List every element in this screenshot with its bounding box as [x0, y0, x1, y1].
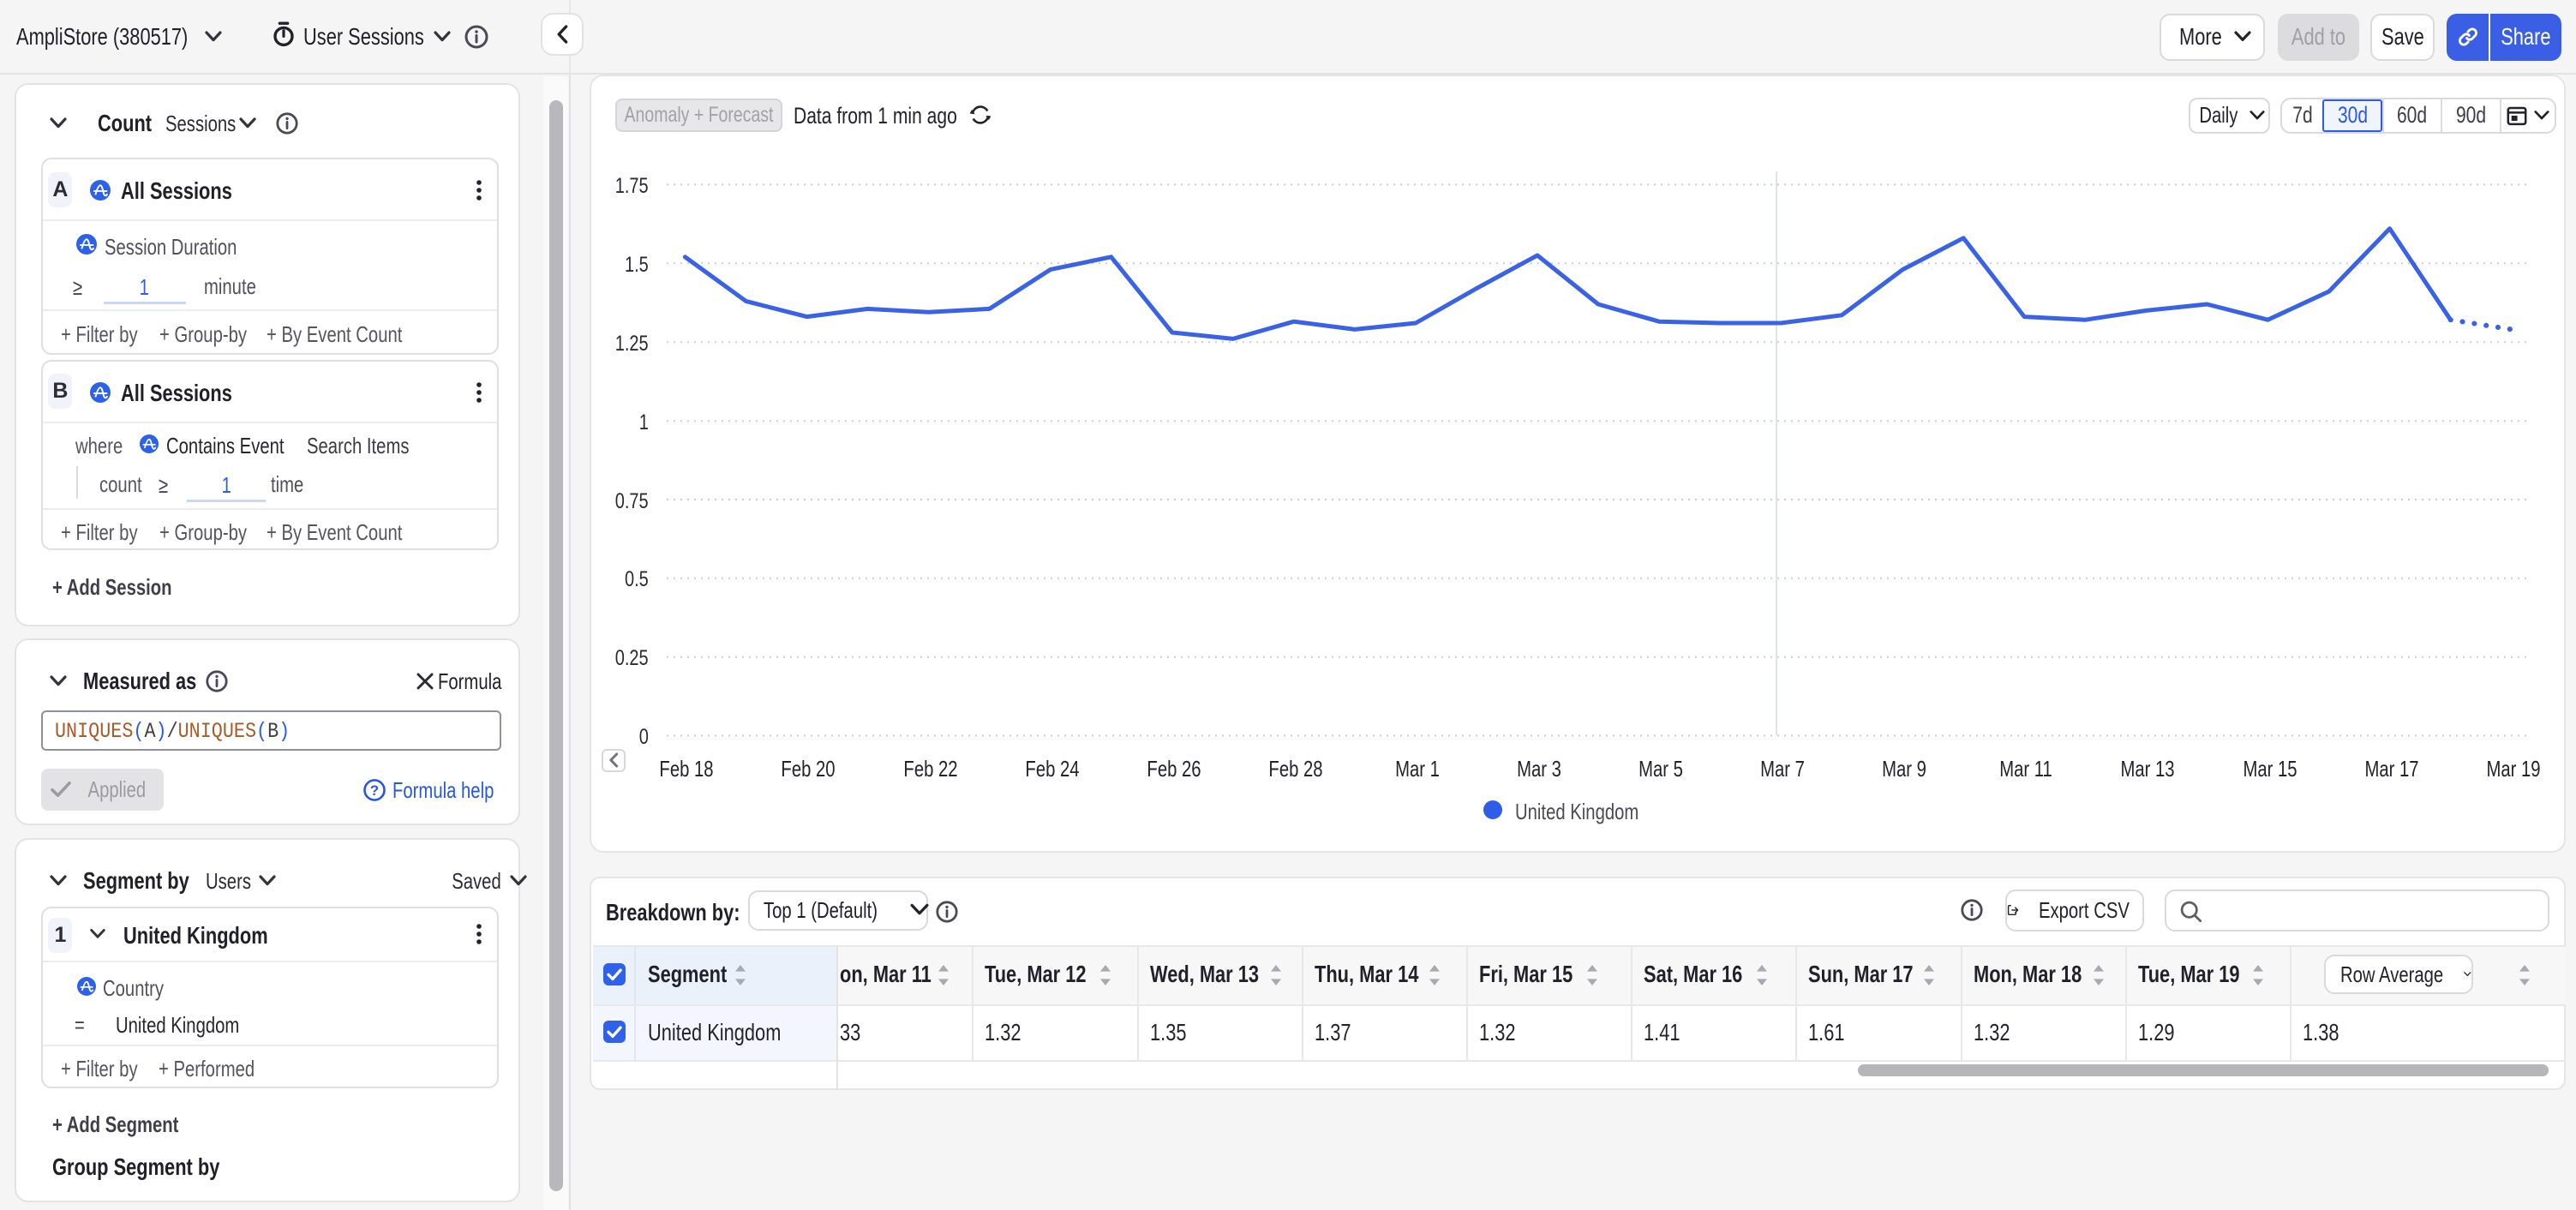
svg-text:?: ?: [370, 782, 379, 799]
